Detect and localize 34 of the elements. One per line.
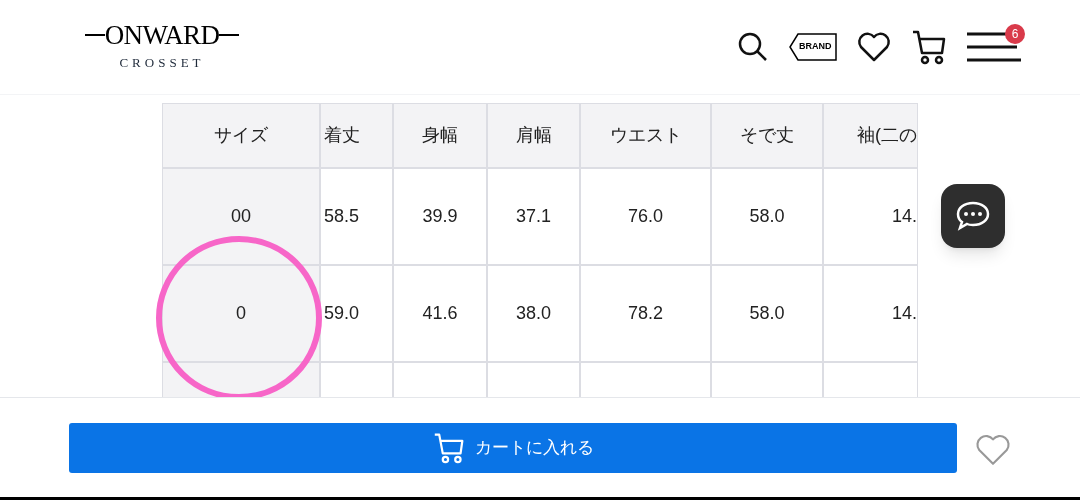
table-cell: 38.0 <box>487 265 580 362</box>
table-cell: 00 <box>162 168 320 265</box>
table-cell: 58.0 <box>711 265 823 362</box>
column-header: ウエスト <box>580 103 711 168</box>
table-cell: 78.2 <box>580 265 711 362</box>
brand-tag[interactable]: BRAND <box>789 33 837 61</box>
menu-icon[interactable] <box>967 30 1023 64</box>
table-cell: 41.6 <box>393 265 487 362</box>
column-header: 身幅 <box>393 103 487 168</box>
column-header: サイズ <box>162 103 320 168</box>
cart-icon <box>432 432 465 464</box>
cart-icon[interactable] <box>911 29 947 65</box>
table-cell: 39.9 <box>393 168 487 265</box>
add-to-cart-button[interactable]: カートに入れる <box>69 423 957 473</box>
column-header: 袖(二の <box>823 103 918 168</box>
table-cell: 58.5 <box>320 168 393 265</box>
column-header: そで丈 <box>711 103 823 168</box>
search-icon[interactable] <box>737 31 769 63</box>
logo[interactable]: ONWARD <box>104 21 220 49</box>
logo-subtitle: CROSSET <box>119 53 205 72</box>
heart-icon[interactable] <box>857 32 891 62</box>
table-cell: 37.1 <box>487 168 580 265</box>
table-cell: 59.0 <box>320 265 393 362</box>
column-header: 肩幅 <box>487 103 580 168</box>
table-cell: 0 <box>162 265 320 362</box>
table-cell: 58.0 <box>711 168 823 265</box>
chat-icon <box>956 201 990 231</box>
table-cell: 14. <box>823 265 918 362</box>
column-header: 着丈 <box>320 103 393 168</box>
table-cell: 14. <box>823 168 918 265</box>
favorite-icon[interactable] <box>975 434 1011 466</box>
table-cell: 76.0 <box>580 168 711 265</box>
notification-badge: 6 <box>1005 24 1025 44</box>
chat-button[interactable] <box>941 184 1005 248</box>
